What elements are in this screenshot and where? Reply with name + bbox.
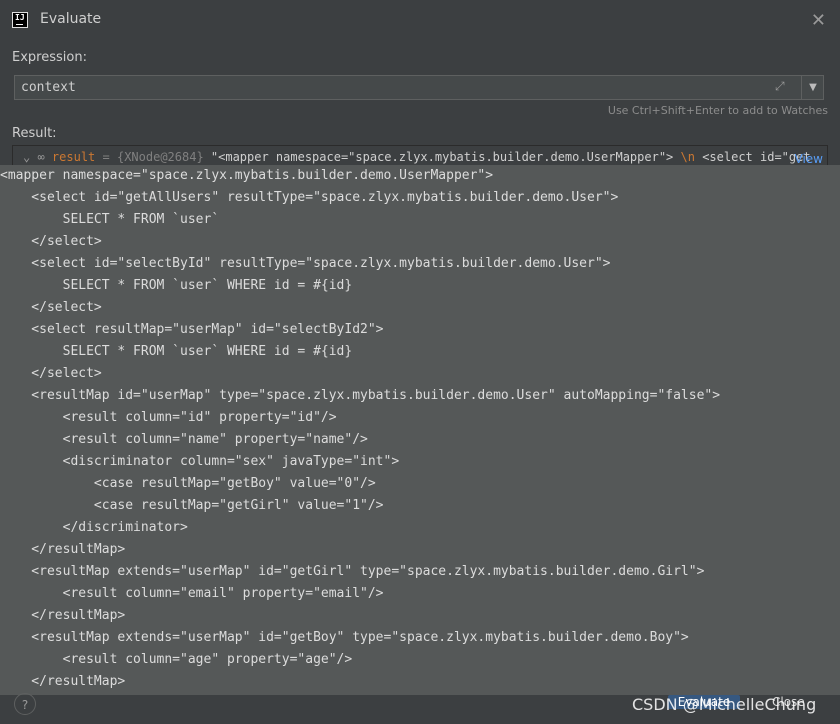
view-link[interactable]: View xyxy=(795,152,823,166)
window-title: Evaluate xyxy=(40,11,102,27)
field-icon: ∞ xyxy=(37,150,52,164)
code-line: SELECT * FROM `user` xyxy=(0,212,220,227)
expression-label: Expression: xyxy=(12,50,87,65)
result-preview: "<mapper namespace="space.zlyx.mybatis.b… xyxy=(210,150,674,164)
code-line: </select> xyxy=(0,300,102,315)
result-node[interactable]: ⌄ ∞ result = {XNode@2684} "<mapper names… xyxy=(23,150,811,164)
code-line: </select> xyxy=(0,234,102,249)
close-icon[interactable]: ✕ xyxy=(811,10,826,31)
value-popup: <mapper namespace="space.zlyx.mybatis.bu… xyxy=(0,165,840,695)
code-line: <select id="selectById" resultType="spac… xyxy=(0,256,611,271)
code-line: SELECT * FROM `user` WHERE id = #{id} xyxy=(0,344,353,359)
history-dropdown-icon[interactable]: ▼ xyxy=(804,79,822,96)
watches-hint: Use Ctrl+Shift+Enter to add to Watches xyxy=(607,104,828,117)
expand-icon[interactable]: ⤢ xyxy=(775,79,785,94)
code-line: SELECT * FROM `user` WHERE id = #{id} xyxy=(0,278,353,293)
code-line: <result column="name" property="name"/> xyxy=(0,432,368,447)
code-line: <resultMap extends="userMap" id="getBoy"… xyxy=(0,630,689,645)
result-ref: {XNode@2684} xyxy=(116,150,204,164)
bottom-bar: ? Evaluate Close CSDN @MichelleChung xyxy=(0,693,840,724)
code-line: <result column="id" property="id"/> xyxy=(0,410,337,425)
help-button[interactable]: ? xyxy=(14,693,36,715)
expression-input[interactable] xyxy=(15,76,785,99)
xml-code-block: <mapper namespace="space.zlyx.mybatis.bu… xyxy=(0,165,720,693)
code-line: <discriminator column="sex" javaType="in… xyxy=(0,454,400,469)
code-line: </discriminator> xyxy=(0,520,188,535)
intellij-icon: IJ xyxy=(12,12,28,28)
code-line: <result column="email" property="email"/… xyxy=(0,586,384,601)
code-line: <resultMap extends="userMap" id="getGirl… xyxy=(0,564,705,579)
title-bar: IJ Evaluate ✕ xyxy=(0,0,840,42)
code-line: </select> xyxy=(0,366,102,381)
result-label: Result: xyxy=(12,126,57,141)
code-line: <case resultMap="getGirl" value="1"/> xyxy=(0,498,384,513)
result-escape: \n xyxy=(680,150,695,164)
code-line: <select id="getAllUsers" resultType="spa… xyxy=(0,190,619,205)
code-line: <case resultMap="getBoy" value="0"/> xyxy=(0,476,376,491)
code-line: <select resultMap="userMap" id="selectBy… xyxy=(0,322,384,337)
result-var-name: result xyxy=(51,150,96,164)
chevron-down-icon[interactable]: ⌄ xyxy=(23,150,30,164)
code-line: <result column="age" property="age"/> xyxy=(0,652,353,667)
code-line: <resultMap id="userMap" type="space.zlyx… xyxy=(0,388,721,403)
code-line: </resultMap> xyxy=(0,608,126,623)
expression-field[interactable]: ⤢ ▼ xyxy=(14,75,824,100)
code-line: </resultMap> xyxy=(0,674,126,689)
watermark: CSDN @MichelleChung xyxy=(632,695,817,714)
divider xyxy=(801,76,802,99)
code-line: </resultMap> xyxy=(0,542,126,557)
code-line: <mapper namespace="space.zlyx.mybatis.bu… xyxy=(0,168,494,183)
